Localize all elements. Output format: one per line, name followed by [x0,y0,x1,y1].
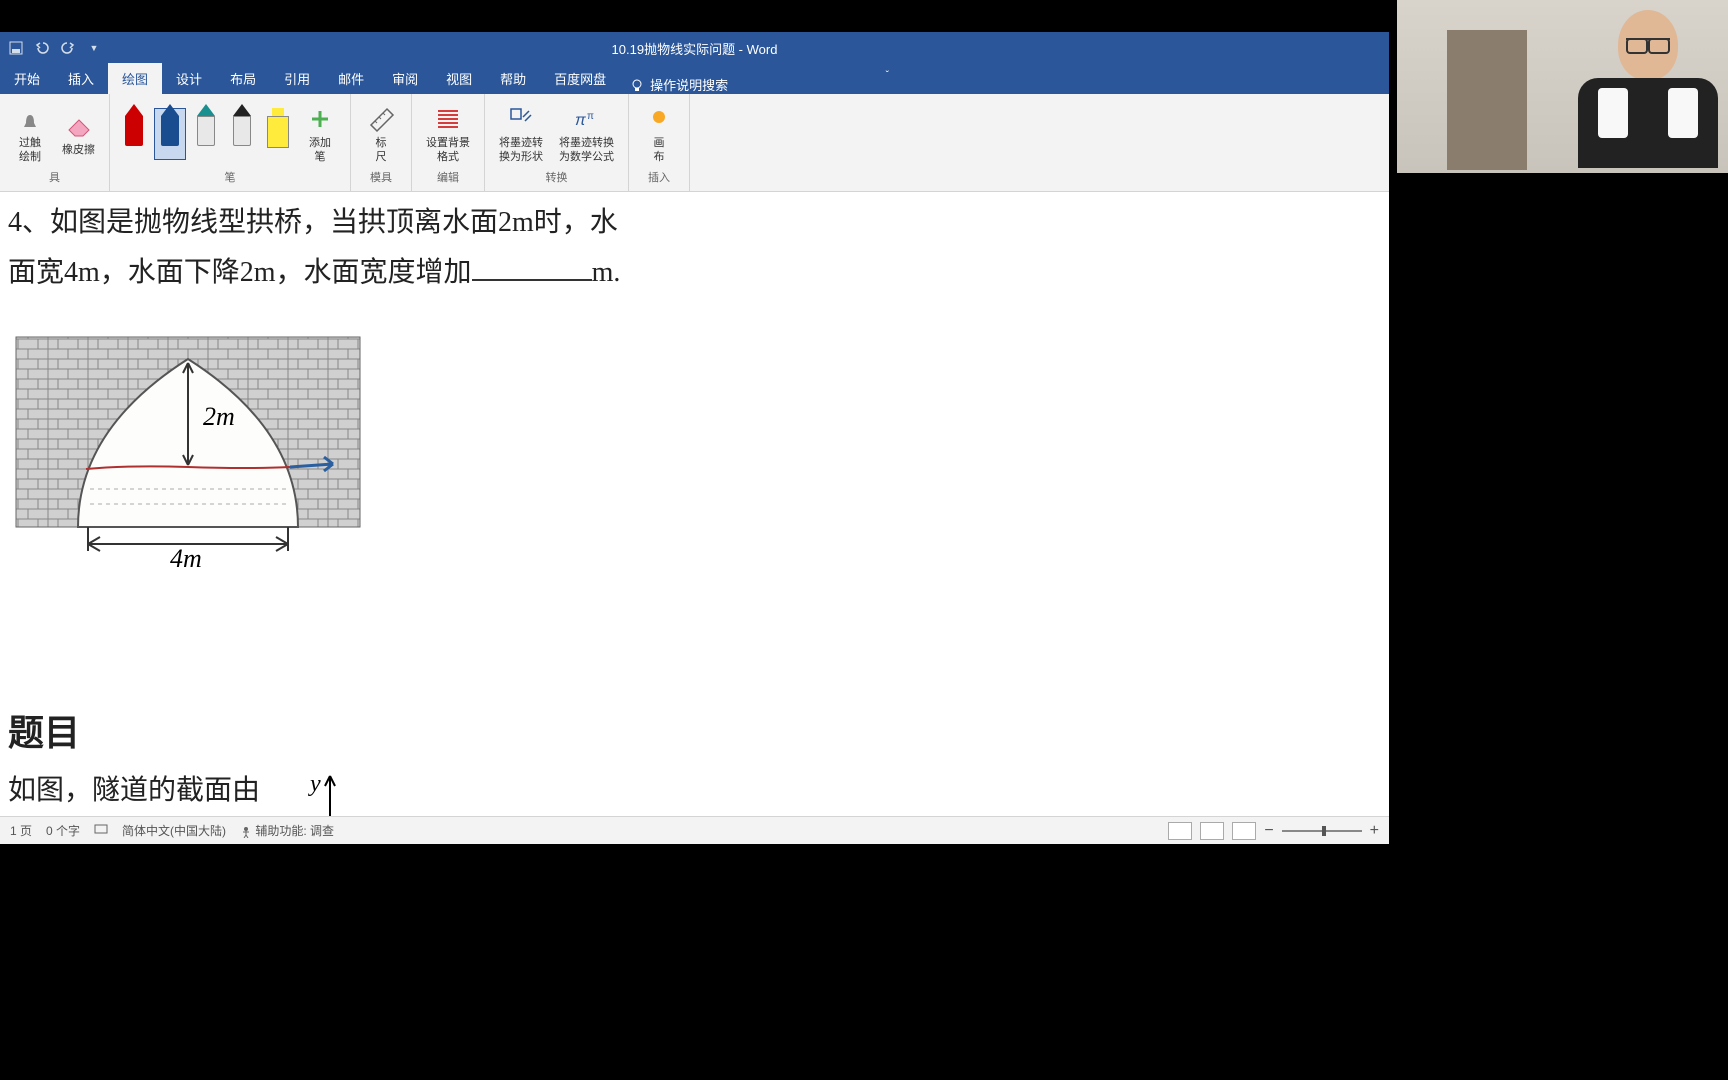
pen-blue[interactable] [154,108,186,160]
tab-mailings[interactable]: 邮件 [324,63,378,94]
status-lang-icon [94,822,108,839]
edit-group-label: 编辑 [437,169,459,187]
y-axis-label: y [308,771,321,797]
tab-layout[interactable]: 布局 [216,63,270,94]
format-background-button[interactable]: 设置背景 格式 [420,101,476,165]
tab-insert[interactable]: 插入 [54,63,108,94]
zoom-slider[interactable] [1282,830,1362,832]
tab-help[interactable]: 帮助 [486,63,540,94]
ruler-label: 标 尺 [376,137,387,163]
ink-math-label: 将墨迹转换 为数学公式 [559,137,614,163]
ink-shape-icon [507,105,535,133]
ribbon-group-convert: 将墨迹转 换为形状 ππ 将墨迹转换 为数学公式 转换 [485,94,629,191]
title-bar: ▼ 10.19抛物线实际问题 - Word [0,32,1389,64]
tools-group-label: 具 [49,169,60,187]
bridge-figure: 2m 4m [8,329,368,574]
view-read-mode[interactable] [1168,822,1192,840]
canvas-button[interactable]: 画 布 [637,101,681,165]
ribbon-group-pens: 添加 笔 笔 [110,94,351,191]
canvas-icon [649,109,669,129]
view-web-layout[interactable] [1232,822,1256,840]
convert-group-label: 转换 [546,169,568,187]
pen-teal[interactable] [190,108,222,160]
document-title: 10.19抛物线实际问题 - Word [612,39,778,58]
ribbon: 过触 绘制 橡皮擦 具 添加 笔 笔 [0,94,1389,192]
view-print-layout[interactable] [1200,822,1224,840]
pen-black[interactable] [226,108,258,160]
svg-text:π: π [575,112,586,129]
ink-to-shape-button[interactable]: 将墨迹转 换为形状 [493,101,549,165]
ribbon-group-stencils: 标 尺 模具 [351,94,412,191]
tab-baidu[interactable]: 百度网盘 [540,63,620,94]
add-pen-label: 添加 笔 [309,137,331,163]
problem-line-2b: m. [592,257,621,288]
pens-group-label: 笔 [225,169,236,187]
status-words[interactable]: 0 个字 [46,822,80,839]
touch-draw-label: 过触 绘制 [19,137,41,163]
problem-line-1: 4、如图是抛物线型拱桥，当拱顶离水面2m时，水 [8,207,618,238]
zoom-out[interactable]: − [1264,822,1273,840]
problem-text: 4、如图是抛物线型拱桥，当拱顶离水面2m时，水 面宽4m，水面下降2m，水面宽度… [8,198,1381,299]
eraser-icon [65,114,93,138]
ribbon-group-edit: 设置背景 格式 编辑 [412,94,485,191]
autosave-icon[interactable] [8,40,24,56]
svg-text:π: π [587,111,594,122]
quick-access-toolbar: ▼ [0,40,102,56]
document-area[interactable]: 4、如图是抛物线型拱桥，当拱顶离水面2m时，水 面宽4m，水面下降2m，水面宽度… [0,192,1389,844]
canvas-label: 画 布 [654,137,665,163]
touch-icon [18,105,42,133]
ribbon-collapse-icon[interactable]: ˇ [866,70,909,81]
ruler-button[interactable]: 标 尺 [359,101,403,165]
highlighter-yellow[interactable] [262,108,294,160]
webcam-overlay [1397,0,1728,173]
status-language[interactable]: 简体中文(中国大陆) [122,822,226,839]
status-accessibility[interactable]: 辅助功能: 调查 [240,822,334,839]
ribbon-tabs: 开始 插入 绘图 设计 布局 引用 邮件 审阅 视图 帮助 百度网盘 操作说明搜… [0,64,1389,94]
ribbon-group-tools: 过触 绘制 橡皮擦 具 [0,94,110,191]
ink-math-icon: ππ [573,105,601,133]
zoom-in[interactable]: + [1370,822,1379,840]
pen-red[interactable] [118,108,150,160]
add-pen-button[interactable]: 添加 笔 [298,101,342,165]
tab-references[interactable]: 引用 [270,63,324,94]
eraser-label: 橡皮擦 [62,144,95,157]
word-window: ▼ 10.19抛物线实际问题 - Word 开始 插入 绘图 设计 布局 引用 … [0,32,1389,844]
lines-icon [434,105,462,133]
tab-review[interactable]: 审阅 [378,63,432,94]
ribbon-group-insert: 画 布 插入 [629,94,690,191]
ruler-icon [367,105,395,133]
plus-icon [308,107,332,131]
bridge-svg: 2m 4m [8,329,368,569]
stencils-group-label: 模具 [370,169,392,187]
format-bg-label: 设置背景 格式 [426,137,470,163]
lightbulb-icon [630,78,644,92]
redo-icon[interactable] [60,40,76,56]
status-page[interactable]: 1 页 [10,822,32,839]
undo-icon[interactable] [34,40,50,56]
ink-shape-label: 将墨迹转 换为形状 [499,137,543,163]
touch-draw-button[interactable]: 过触 绘制 [8,101,52,165]
insert-group-label: 插入 [648,169,670,187]
problem-2-line-1: 如图，隧道的截面由 [8,775,260,806]
tab-view[interactable]: 视图 [432,63,486,94]
problem-line-2a: 面宽4m，水面下降2m，水面宽度增加 [8,257,472,288]
ink-to-math-button[interactable]: ππ 将墨迹转换 为数学公式 [553,101,620,165]
tab-design[interactable]: 设计 [162,63,216,94]
section-heading: 题目 [8,704,1381,756]
fig-height-label: 2m [203,402,235,431]
fig-width-label: 4m [170,544,202,569]
tab-start[interactable]: 开始 [0,63,54,94]
answer-blank [472,279,592,281]
status-bar: 1 页 0 个字 简体中文(中国大陆) 辅助功能: 调查 − + [0,816,1389,844]
tell-me-search[interactable]: 操作说明搜索 [620,75,738,94]
eraser-button[interactable]: 橡皮擦 [56,108,101,159]
webcam-person [1578,10,1718,170]
tab-draw[interactable]: 绘图 [108,63,162,94]
qat-dropdown-icon[interactable]: ▼ [86,40,102,56]
tell-me-label: 操作说明搜索 [650,75,728,94]
